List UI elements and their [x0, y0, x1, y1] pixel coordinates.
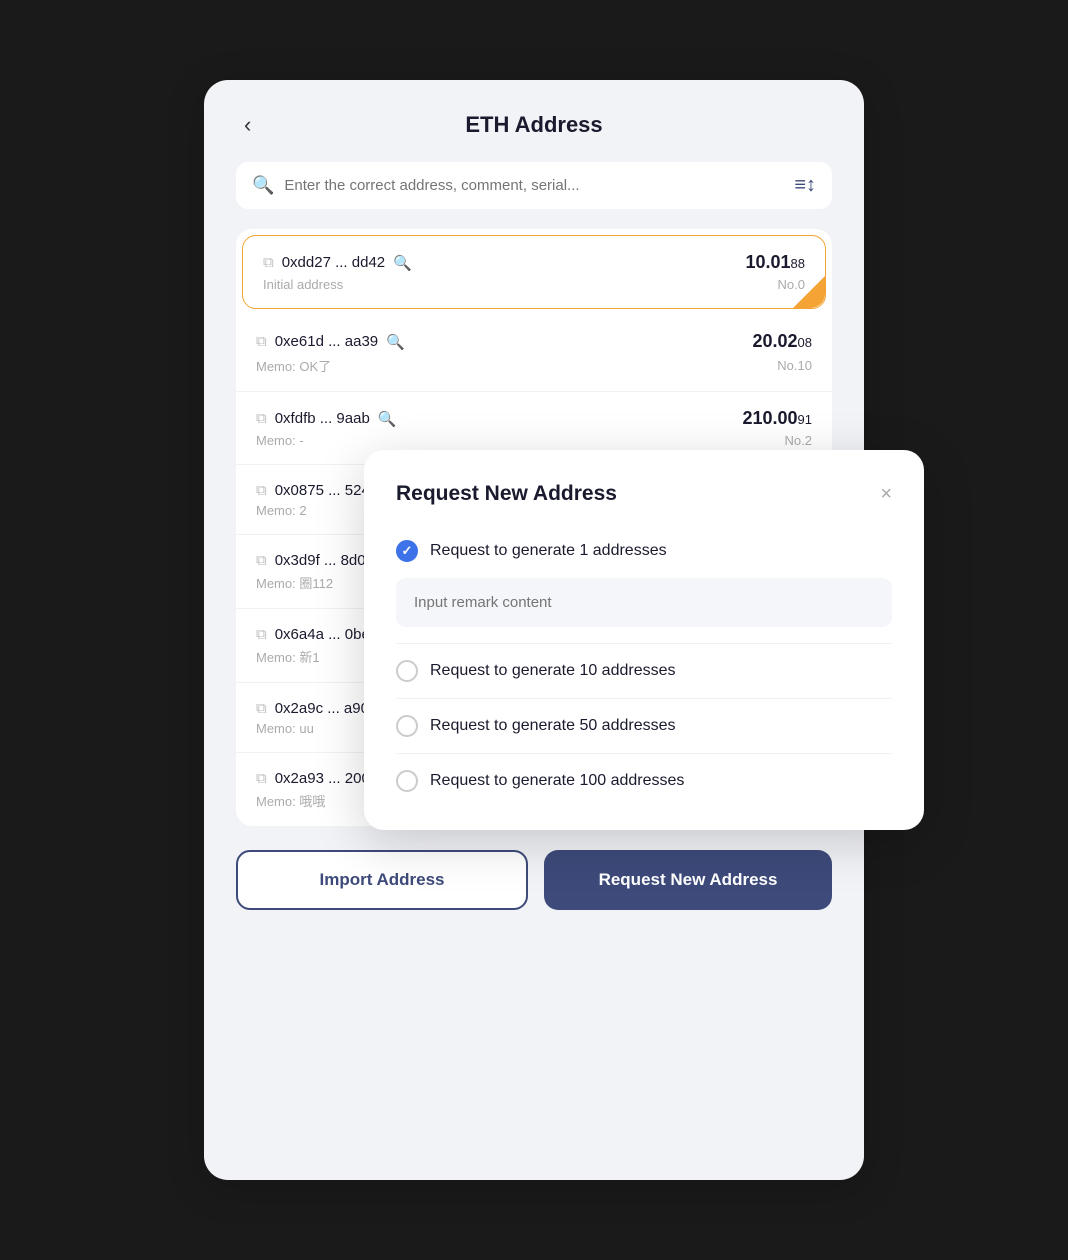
radio-option[interactable]: Request to generate 50 addresses — [396, 705, 892, 747]
radio-circle: ✓ — [396, 540, 418, 562]
radio-label: Request to generate 50 addresses — [430, 717, 676, 735]
radio-label: Request to generate 10 addresses — [430, 662, 676, 680]
radio-label: Request to generate 100 addresses — [430, 772, 684, 790]
divider — [396, 698, 892, 699]
radio-circle — [396, 715, 418, 737]
request-new-address-modal: Request New Address × ✓ Request to gener… — [364, 450, 924, 830]
modal-close-button[interactable]: × — [880, 483, 892, 506]
radio-option[interactable]: Request to generate 100 addresses — [396, 760, 892, 802]
radio-check-icon: ✓ — [402, 543, 413, 559]
radio-circle — [396, 770, 418, 792]
radio-option[interactable]: Request to generate 10 addresses — [396, 650, 892, 692]
modal-options: ✓ Request to generate 1 addresses Reques… — [396, 530, 892, 802]
modal-overlay: Request New Address × ✓ Request to gener… — [204, 80, 864, 1180]
radio-label: Request to generate 1 addresses — [430, 542, 667, 560]
modal-header: Request New Address × — [396, 482, 892, 506]
radio-option[interactable]: ✓ Request to generate 1 addresses — [396, 530, 892, 572]
divider — [396, 643, 892, 644]
main-card: ‹ ETH Address 🔍 ≡↕ ⧉ 0xdd27 ... dd42 🔍 1… — [204, 80, 864, 1180]
modal-title: Request New Address — [396, 482, 617, 506]
remark-input[interactable] — [396, 578, 892, 627]
radio-circle — [396, 660, 418, 682]
divider — [396, 753, 892, 754]
